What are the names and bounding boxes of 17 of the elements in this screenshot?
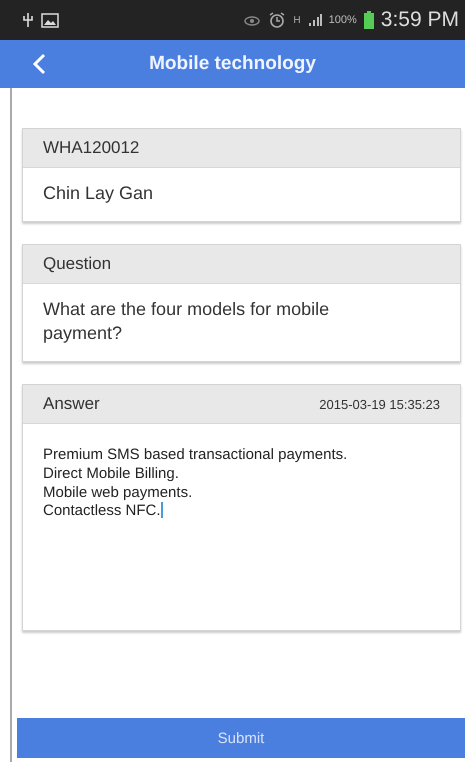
battery-icon — [364, 11, 374, 29]
answer-field[interactable]: Premium SMS based transactional payments. Direct Mobile Billing. Mobile web payments. Contactless NFC. — [43, 446, 440, 522]
timestamp: 2015-03-19 15:35:23 — [319, 396, 440, 412]
usb-icon — [22, 12, 34, 28]
card-header: Answer — [43, 394, 100, 414]
signal-icon — [308, 13, 322, 27]
image-icon — [41, 12, 59, 28]
card-header: WHA120012 — [43, 138, 140, 158]
battery-percent: 100% — [328, 14, 357, 26]
card-text: Chin Lay Gan — [43, 183, 154, 203]
card-text: What are the four models for mobile payment? — [43, 299, 330, 343]
clock: 3:59 PM — [380, 8, 459, 32]
alarm-icon — [268, 11, 286, 29]
screen-title: Mobile technology — [149, 53, 316, 75]
card-header: Question — [43, 254, 112, 274]
network-type: H — [293, 14, 301, 26]
back-icon[interactable] — [32, 53, 46, 75]
